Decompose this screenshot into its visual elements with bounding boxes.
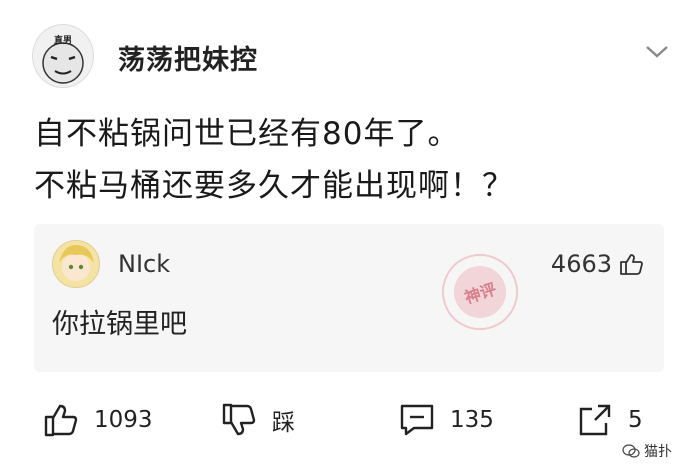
commenter-name[interactable]: NIck	[118, 250, 170, 278]
thumbs-up-icon	[620, 254, 643, 275]
avatar-tag: 直男	[53, 36, 72, 46]
watermark-text: 猫扑	[644, 444, 672, 460]
comment-button[interactable]: 135	[398, 398, 494, 442]
post-line-2: 不粘马桶还要多久才能出现啊！？	[34, 168, 514, 204]
comment-like-button[interactable]: 4663	[551, 250, 644, 278]
commenter-avatar[interactable]	[52, 240, 100, 288]
like-button[interactable]: 1093	[42, 398, 153, 442]
chevron-down-icon[interactable]	[644, 42, 670, 62]
thumbs-down-icon	[222, 403, 256, 436]
share-icon	[579, 404, 611, 436]
like-count: 1093	[94, 407, 153, 433]
share-button[interactable]: 5	[576, 398, 643, 442]
share-count: 5	[628, 407, 643, 433]
author-name[interactable]: 荡荡把妹控	[118, 38, 258, 77]
comment-icon	[400, 404, 434, 436]
comment-count: 135	[450, 407, 494, 433]
source-watermark: 猫扑	[622, 441, 672, 461]
comment-like-count: 4663	[550, 250, 612, 278]
comment-text: 你拉锅里吧	[52, 309, 187, 340]
thumbs-up-icon	[44, 404, 78, 437]
author-avatar[interactable]: 直男	[32, 24, 94, 88]
anime-avatar-icon	[59, 245, 94, 281]
dislike-label: 踩	[272, 410, 295, 436]
featured-comment[interactable]: NIck 4663 你拉锅里吧 神评	[34, 224, 664, 372]
post-body: 自不粘锅问世已经有80年了。 不粘马桶还要多久才能出现啊！？	[34, 108, 654, 212]
post-header: 直男 荡荡把妹控	[24, 18, 670, 98]
god-comment-stamp: 神评	[432, 244, 528, 340]
post-line-1: 自不粘锅问世已经有80年了。	[34, 116, 460, 152]
dislike-button[interactable]: 踩	[220, 398, 295, 442]
action-bar: 1093 踩 135 5	[0, 398, 690, 442]
wechat-icon	[622, 444, 640, 458]
